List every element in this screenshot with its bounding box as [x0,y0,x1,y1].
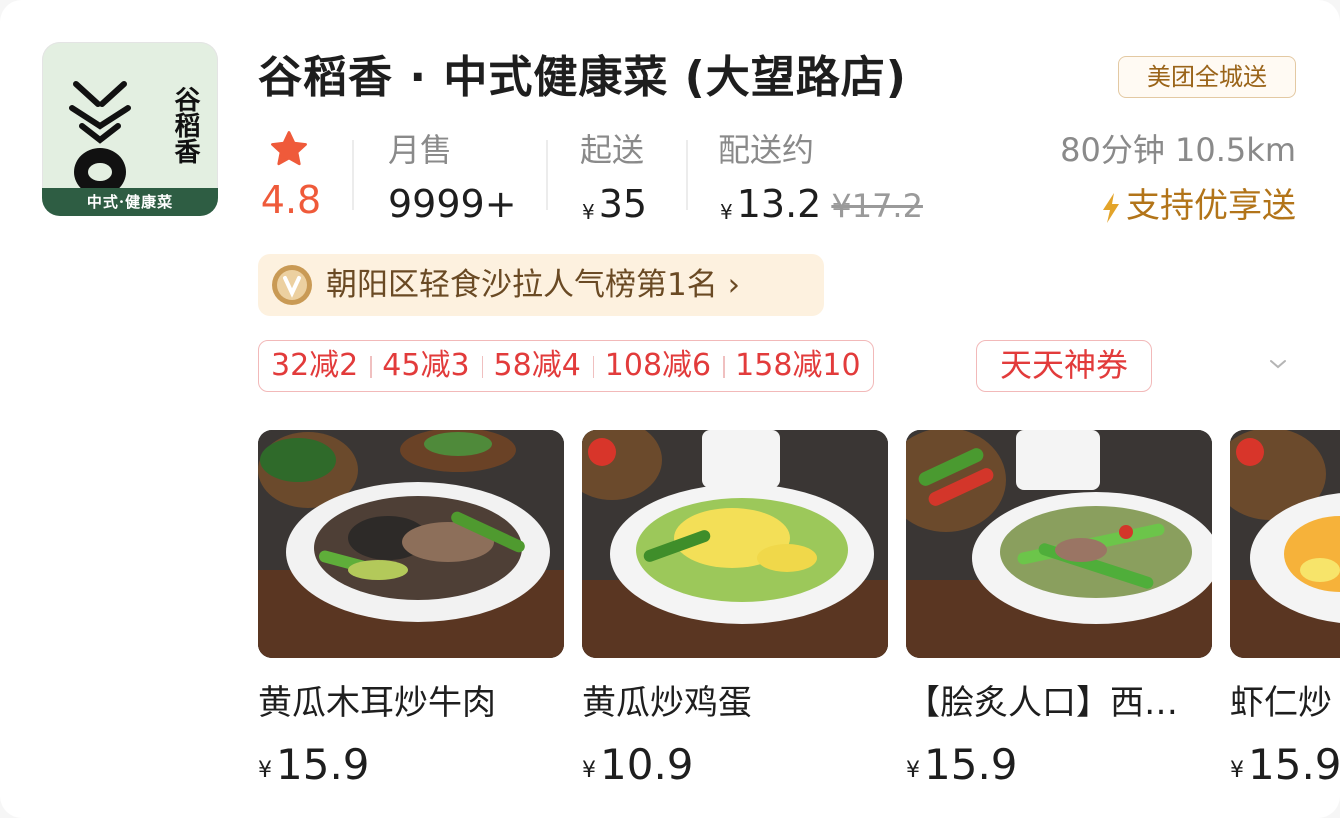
dish-image [1230,430,1340,658]
dish-photo [258,430,564,658]
divider [352,140,354,210]
currency-symbol: ¥ [906,758,920,783]
dish-name: 黄瓜木耳炒牛肉 [258,683,496,723]
coupon-item: 32减2 [271,348,359,383]
delivery-fee-label: 配送约 [718,131,815,169]
dish-price: ¥15.9 [1230,738,1340,792]
ranking-label: 朝阳区轻食沙拉人气榜第1名 [326,267,718,303]
store-logo[interactable]: 谷稻香 中式·健康菜 [42,42,218,216]
ranking-banner[interactable]: 朝阳区轻食沙拉人气榜第1名 › [258,254,824,316]
premium-delivery-label: 支持优享送 [1126,186,1296,226]
dish-photo [1230,430,1340,658]
logo-mark-icon [69,81,131,196]
discount-coupons[interactable]: 32减2 45减3 58减4 108减6 158减10 [258,340,874,392]
dish-card[interactable]: 【脍炙人口】西… ¥15.9 [906,430,1212,792]
delivery-fee-original: ¥17.2 [831,187,923,225]
dish-price-value: 15.9 [924,740,1018,789]
medal-icon [272,265,312,305]
dish-card[interactable]: 虾仁炒 ¥15.9 [1230,430,1340,792]
delivery-eta: 80分钟 10.5km [1060,131,1296,169]
logo-band: 中式·健康菜 [42,188,218,216]
dish-image [582,430,888,658]
divider [546,140,548,210]
dish-price-value: 15.9 [276,740,370,789]
star-icon [271,131,307,166]
delivery-fee-value: ¥13.2 ¥17.2 [720,180,923,230]
store-title: 谷稻香 · 中式健康菜 (大望路店) [258,52,907,103]
currency-symbol: ¥ [582,758,596,783]
currency-symbol: ¥ [582,200,595,224]
delivery-tag[interactable]: 美团全城送 [1118,56,1296,98]
dish-photo [582,430,888,658]
coupon-item: 108减6 [592,342,723,390]
dish-price: ¥10.9 [582,738,888,792]
dish-name: 虾仁炒 [1230,683,1332,723]
chevron-down-icon[interactable] [1266,352,1290,376]
dish-price-value: 10.9 [600,740,694,789]
dish-card[interactable]: 黄瓜炒鸡蛋 ¥10.9 [582,430,888,792]
dish-image [906,430,1212,658]
dish-price: ¥15.9 [258,738,564,792]
store-rating: 4.8 [260,178,322,222]
dish-name: 黄瓜炒鸡蛋 [582,683,752,723]
dish-price: ¥15.9 [906,738,1212,792]
coupon-item: 45减3 [370,342,481,390]
dish-photo [906,430,1212,658]
dish-price-value: 15.9 [1248,740,1340,789]
monthly-sales-value: 9999+ [388,182,517,226]
store-card: 谷稻香 中式·健康菜 谷稻香 · 中式健康菜 (大望路店) 美团全城送 4.8 … [0,0,1340,818]
daily-coupon-tag[interactable]: 天天神券 [976,340,1152,392]
delivery-fee-amount: 13.2 [736,182,822,226]
monthly-sales-label: 月售 [388,131,453,169]
min-order-amount: 35 [598,182,648,226]
premium-delivery[interactable]: 支持优享送 [1100,182,1296,230]
ranking-text: 朝阳区轻食沙拉人气榜第1名 › [326,262,740,308]
dish-name: 【脍炙人口】西… [906,683,1178,723]
currency-symbol: ¥ [1230,758,1244,783]
currency-symbol: ¥ [720,200,733,224]
min-order-label: 起送 [580,131,645,169]
coupon-item: 58减4 [481,342,593,390]
dish-image [258,430,564,658]
coupon-item: 158减10 [723,342,872,390]
chevron-right-icon: › [727,267,740,303]
dish-card[interactable]: 黄瓜木耳炒牛肉 ¥15.9 [258,430,564,792]
divider [686,140,688,210]
currency-symbol: ¥ [258,758,272,783]
min-order-value: ¥35 [582,180,647,228]
logo-brand-text: 谷稻香 [170,86,200,164]
lightning-icon [1103,192,1119,223]
